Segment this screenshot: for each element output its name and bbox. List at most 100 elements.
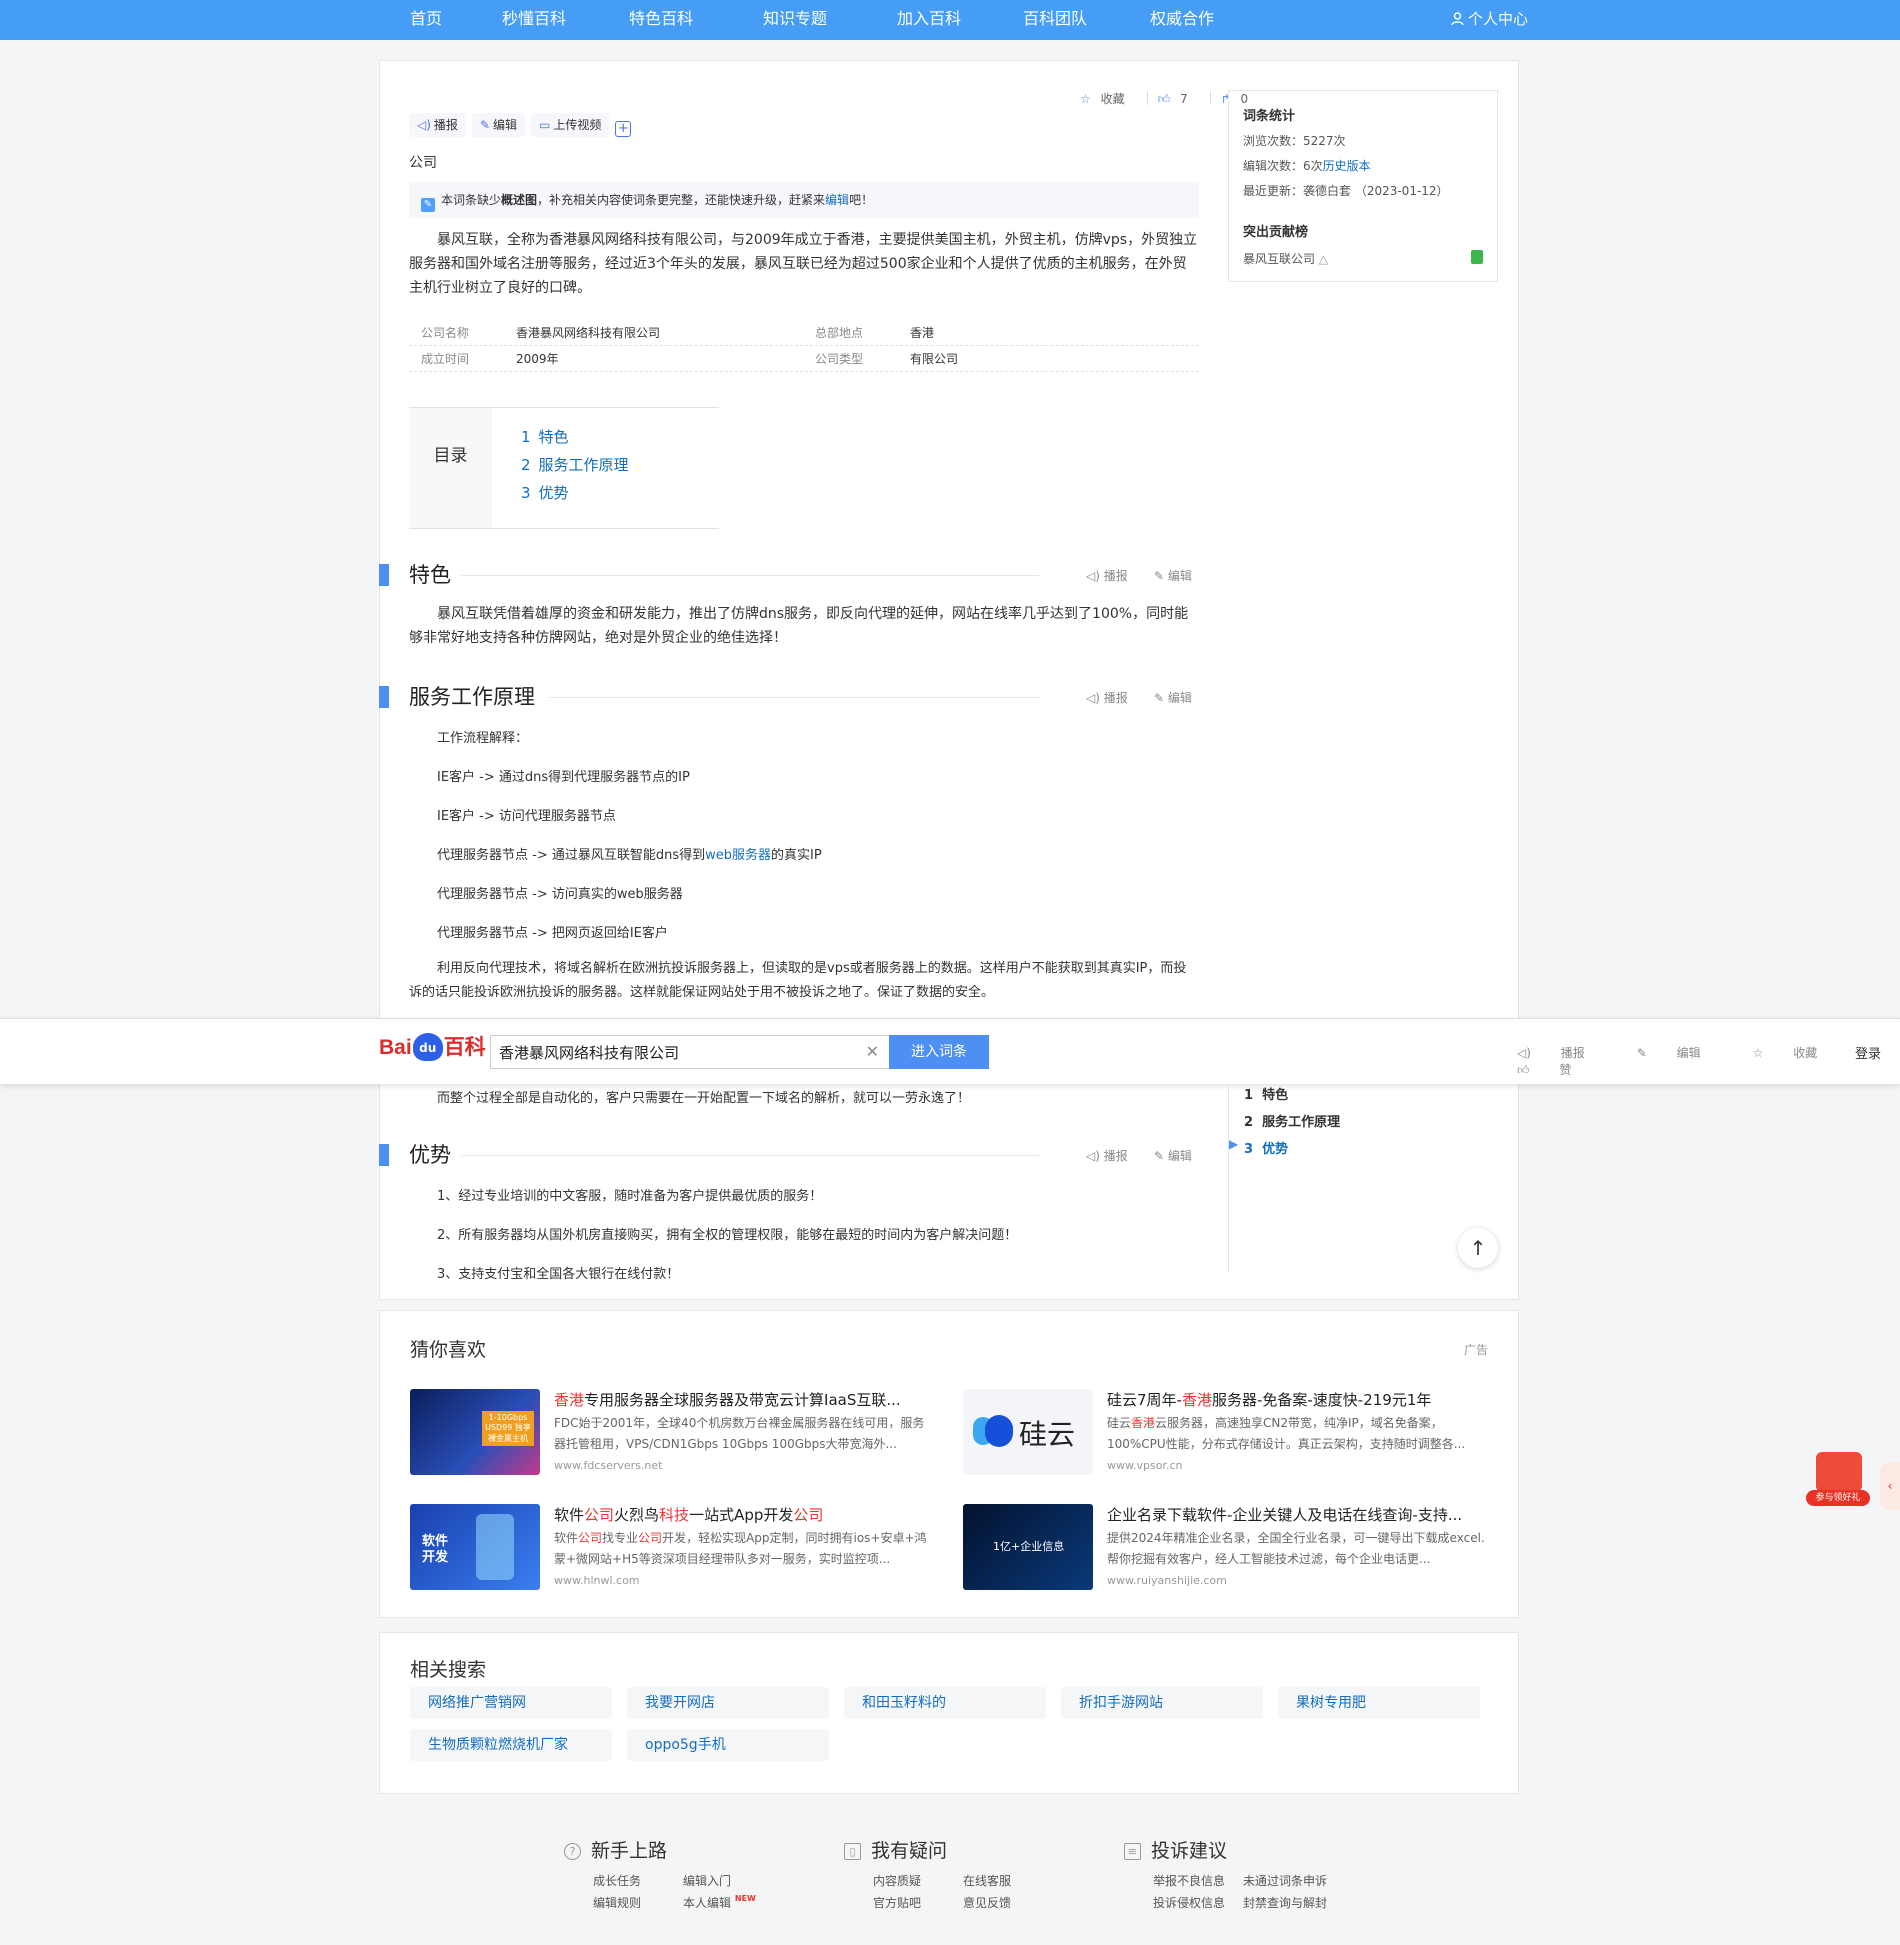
info-value: 香港暴风网络科技有限公司 bbox=[516, 326, 661, 340]
footer-link[interactable]: 编辑规则 bbox=[593, 1894, 641, 1911]
sidebar-toc-item[interactable]: 1 特色 bbox=[1244, 1084, 1288, 1103]
side-expand-tab[interactable]: ‹ bbox=[1880, 1462, 1900, 1510]
user-center-link[interactable]: 个人中心 bbox=[1451, 0, 1528, 40]
toc-item-features[interactable]: 1 特色 bbox=[521, 426, 569, 447]
toc-num: 2 bbox=[1244, 1115, 1254, 1130]
ads-title: 猜你喜欢 bbox=[410, 1339, 487, 1361]
table-of-contents: 目录 1 特色 2 服务工作原理 3 优势 bbox=[409, 407, 719, 529]
footer-link[interactable]: 投诉侵权信息 bbox=[1153, 1894, 1225, 1911]
nav-cooperation[interactable]: 权威合作 bbox=[1150, 0, 1214, 40]
ad-title: 香港专用服务器全球服务器及带宽云计算IaaS互联... bbox=[554, 1389, 934, 1410]
pencil-icon: ✎ bbox=[479, 118, 490, 132]
new-badge: NEW bbox=[734, 1894, 756, 1903]
nav-miaodong[interactable]: 秒懂百科 bbox=[502, 0, 566, 40]
upload-video-button[interactable]: ▭ 上传视频 bbox=[531, 113, 610, 137]
footer-link[interactable]: 官方贴吧 bbox=[873, 1894, 921, 1911]
ad-item[interactable]: 硅云 硅云7周年-香港服务器-免备案-速度快-219元1年 硅云香港云服务器，高… bbox=[963, 1389, 1483, 1479]
search-input[interactable] bbox=[491, 1036, 851, 1068]
nav-zhuanti[interactable]: 知识专题 bbox=[763, 0, 827, 40]
toc-num: 2 bbox=[521, 456, 531, 474]
ad-thumbnail: 1亿+企业信息 bbox=[963, 1504, 1093, 1590]
contributor-name: 暴风互联公司 bbox=[1243, 252, 1316, 266]
gift-widget[interactable]: 参与领好礼 bbox=[1806, 1448, 1870, 1510]
phone-graphic-icon bbox=[476, 1514, 514, 1580]
ad-thumbnail: 软件 开发 bbox=[410, 1504, 540, 1590]
sticky-collect-button[interactable]: ☆ 收藏 bbox=[1753, 1046, 1844, 1060]
related-tag[interactable]: 我要开网店 bbox=[627, 1687, 829, 1719]
nav-team[interactable]: 百科团队 bbox=[1023, 0, 1087, 40]
advantage-line: 2、所有服务器均从国外机房直接购买，拥有全权的管理权限，能够在最短的时间内为客户… bbox=[437, 1228, 1018, 1243]
footer-link[interactable]: 意见反馈 bbox=[963, 1894, 1011, 1911]
section-edit-button[interactable]: ✎ 编辑 bbox=[1154, 567, 1192, 584]
sticky-broadcast-button[interactable]: ◁) 播报 bbox=[1517, 1046, 1611, 1060]
sticky-collect-label: 收藏 bbox=[1793, 1046, 1818, 1060]
sidebar-toc-item-current[interactable]: 3 优势 bbox=[1244, 1138, 1288, 1157]
like-button[interactable]: 👍︎ 7 bbox=[1158, 92, 1194, 106]
clear-icon[interactable]: ✕ bbox=[866, 1042, 879, 1061]
info-value: 有限公司 bbox=[910, 352, 959, 366]
section-title: 特色 bbox=[409, 563, 451, 587]
video-icon: ▭ bbox=[539, 118, 551, 132]
login-link[interactable]: 登录 bbox=[1855, 1043, 1881, 1062]
sticky-like-button[interactable]: 👍︎ 赞 bbox=[1517, 1063, 1597, 1077]
enter-entry-button[interactable]: 进入词条 bbox=[889, 1035, 989, 1069]
section-edit-label: 编辑 bbox=[1167, 691, 1192, 705]
web-server-link[interactable]: web服务器 bbox=[705, 848, 771, 863]
related-tag[interactable]: 生物质颗粒燃烧机厂家 bbox=[410, 1729, 612, 1761]
pencil-icon: ✎ bbox=[1154, 569, 1165, 583]
nav-join[interactable]: 加入百科 bbox=[897, 0, 961, 40]
footer-link[interactable]: 本人编辑 NEW bbox=[683, 1894, 756, 1911]
ad-item[interactable]: 1-10Gbps USD99 独享裸金属主机 香港专用服务器全球服务器及带宽云计… bbox=[410, 1389, 930, 1479]
section-broadcast-button[interactable]: ◁) 播报 bbox=[1086, 689, 1128, 706]
edit-button[interactable]: ✎ 编辑 bbox=[471, 113, 526, 137]
ad-title-part: 软件 bbox=[554, 1506, 585, 1524]
toc-text: 服务工作原理 bbox=[1262, 1115, 1341, 1130]
speaker-icon: ◁) bbox=[1086, 691, 1100, 705]
footer-link[interactable]: 内容质疑 bbox=[873, 1872, 921, 1889]
related-tag[interactable]: 果树专用肥 bbox=[1278, 1687, 1480, 1719]
section-broadcast-button[interactable]: ◁) 播报 bbox=[1086, 567, 1128, 584]
sticky-edit-button[interactable]: ✎ 编辑 bbox=[1637, 1046, 1727, 1060]
gift-label: 参与领好礼 bbox=[1806, 1490, 1870, 1506]
nav-tese[interactable]: 特色百科 bbox=[629, 0, 693, 40]
footer-link[interactable]: 编辑入门 bbox=[683, 1872, 731, 1889]
contributor-item[interactable]: 暴风互联公司 △ bbox=[1243, 250, 1483, 267]
add-icon[interactable]: + bbox=[615, 121, 632, 137]
related-tag[interactable]: 网络推广营销网 bbox=[410, 1687, 612, 1719]
edit-count: 编辑次数：6次历史版本 bbox=[1243, 157, 1483, 174]
related-tag[interactable]: oppo5g手机 bbox=[627, 1729, 829, 1761]
broadcast-label: 播报 bbox=[433, 118, 458, 132]
related-tag[interactable]: 折扣手游网站 bbox=[1061, 1687, 1263, 1719]
notice-edit-link[interactable]: 编辑 bbox=[825, 193, 849, 207]
footer-link[interactable]: 在线客服 bbox=[963, 1872, 1011, 1889]
star-icon: ☆ bbox=[1752, 1046, 1764, 1060]
principle-line: IE客户 -> 访问代理服务器节点 bbox=[437, 809, 616, 824]
footer-link[interactable]: 封禁查询与解封 bbox=[1243, 1894, 1327, 1911]
toc-num: 1 bbox=[521, 428, 531, 446]
toc-item-principle[interactable]: 2 服务工作原理 bbox=[521, 454, 629, 475]
related-tag[interactable]: 和田玉籽料的 bbox=[844, 1687, 1046, 1719]
broadcast-button[interactable]: ◁) 播报 bbox=[409, 113, 466, 137]
toc-item-advantages[interactable]: 3 优势 bbox=[521, 482, 569, 503]
footer-link[interactable]: 举报不良信息 bbox=[1153, 1872, 1225, 1889]
section-broadcast-button[interactable]: ◁) 播报 bbox=[1086, 1147, 1128, 1164]
section-edit-button[interactable]: ✎ 编辑 bbox=[1154, 689, 1192, 706]
thumb-up-icon: 👍︎ bbox=[1157, 92, 1171, 106]
stats-title: 词条统计 bbox=[1243, 109, 1296, 124]
footer-link[interactable]: 成长任务 bbox=[593, 1872, 641, 1889]
advantage-line: 1、经过专业培训的中文客服，随时准备为客户提供最优质的服务！ bbox=[437, 1189, 823, 1204]
back-to-top-button[interactable]: ↑ bbox=[1458, 1228, 1498, 1268]
baike-logo[interactable]: Bai du 百科 bbox=[379, 1031, 486, 1061]
advantage-line: 3、支持支付宝和全国各大银行在线付款！ bbox=[437, 1267, 680, 1282]
ad-item[interactable]: 软件 开发 软件公司火烈鸟科技一站式App开发公司 软件公司找专业公司开发，轻松… bbox=[410, 1504, 930, 1594]
nav-home[interactable]: 首页 bbox=[410, 0, 442, 40]
footer-link[interactable]: 未通过词条申诉 bbox=[1243, 1872, 1327, 1889]
ad-item[interactable]: 1亿+企业信息 企业名录下载软件-企业关键人及电话在线查询-支持... 提供20… bbox=[963, 1504, 1485, 1594]
history-link[interactable]: 历史版本 bbox=[1323, 159, 1371, 173]
sidebar-toc-item[interactable]: 2 服务工作原理 bbox=[1244, 1111, 1340, 1130]
upload-video-label: 上传视频 bbox=[553, 118, 602, 132]
collect-button[interactable]: ☆ 收藏 bbox=[1080, 92, 1131, 106]
ad-thumb-text: 1-10Gbps USD99 独享裸金属主机 bbox=[482, 1411, 534, 1446]
ad-title: 企业名录下载软件-企业关键人及电话在线查询-支持... bbox=[1107, 1506, 1463, 1524]
section-edit-button[interactable]: ✎ 编辑 bbox=[1154, 1147, 1192, 1164]
